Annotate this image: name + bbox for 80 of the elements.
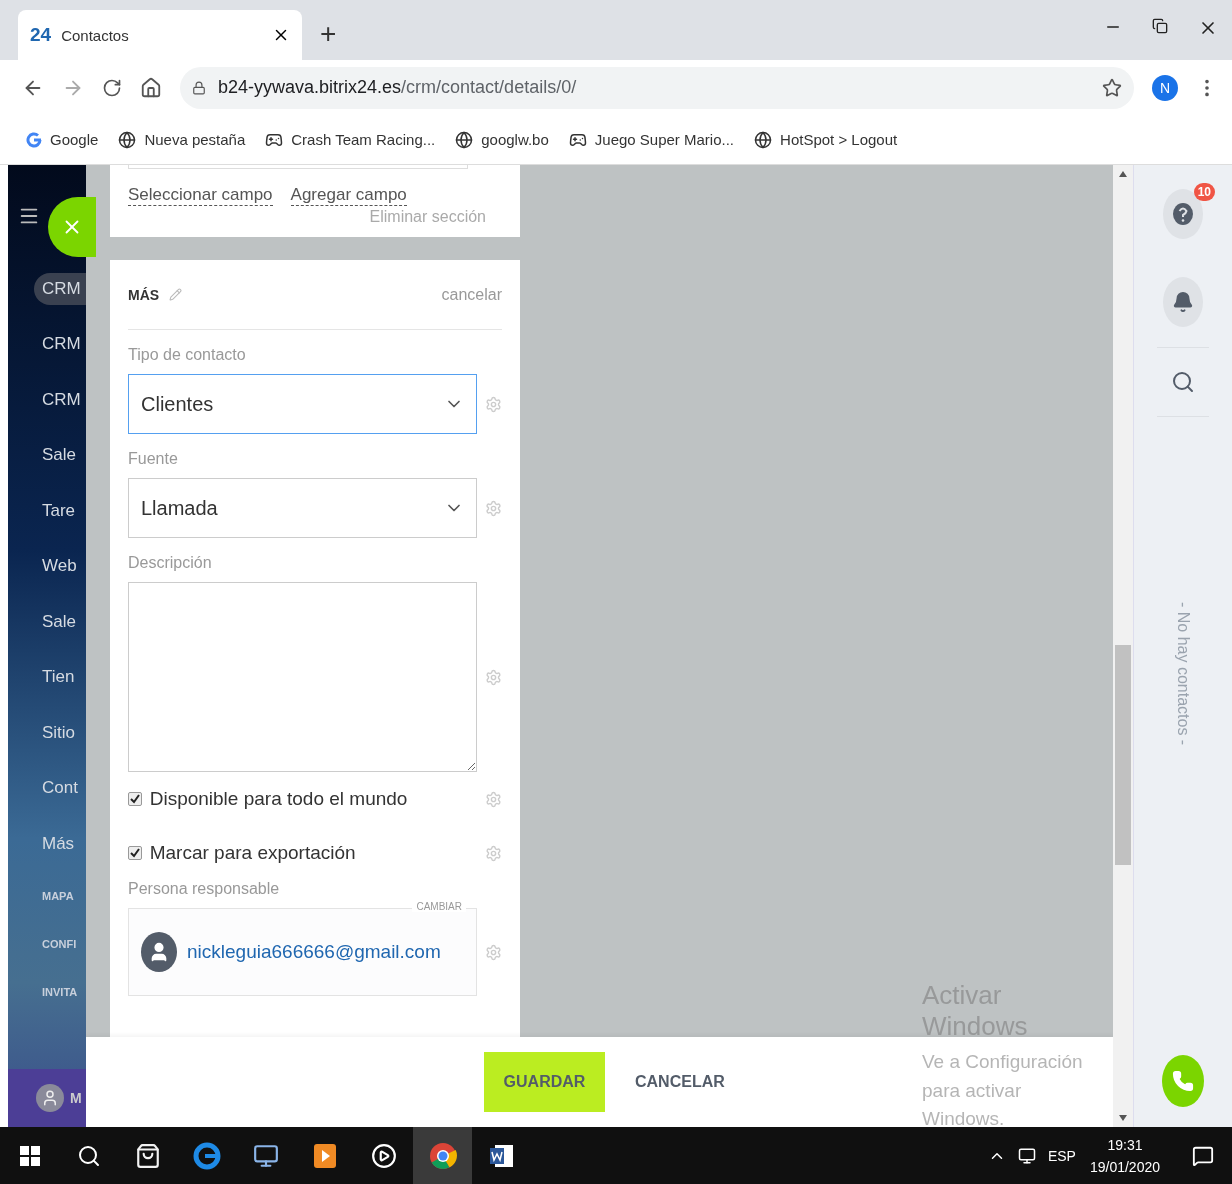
checkbox[interactable]	[128, 846, 142, 860]
sidebar-item[interactable]: CRM	[34, 272, 86, 305]
checkbox[interactable]	[128, 792, 142, 806]
chrome-icon[interactable]	[428, 1141, 457, 1170]
profile-avatar[interactable]: N	[1152, 74, 1178, 101]
globe-icon	[754, 130, 773, 149]
field-label: Tipo de contacto	[128, 346, 247, 364]
empty-contacts-text: - No hay contactos -	[1174, 602, 1192, 746]
user-initial: M	[70, 1090, 82, 1106]
checkbox-label: Marcar para exportación	[149, 842, 357, 864]
bookmark-link[interactable]: googlw.bo	[481, 131, 549, 148]
bookmark-link[interactable]: Google	[50, 131, 99, 148]
sidebar-item[interactable]: Tare	[42, 500, 76, 521]
user-avatar[interactable]	[36, 1084, 64, 1112]
new-tab-button[interactable]: +	[320, 18, 337, 50]
home-icon[interactable]	[140, 76, 162, 99]
player-icon[interactable]	[370, 1142, 397, 1169]
phone-icon	[1172, 1070, 1194, 1092]
checkbox-label: Disponible para todo el mundo	[149, 788, 409, 810]
tab-logo: 24	[30, 24, 52, 46]
sidebar-item[interactable]: CRM	[42, 389, 81, 410]
google-icon	[26, 131, 42, 148]
notifications-icon[interactable]	[1192, 1144, 1214, 1167]
field-link[interactable]: Seleccionar campo	[128, 185, 273, 206]
windows-icon[interactable]	[19, 1145, 40, 1166]
sidebar-item[interactable]: Sale	[42, 611, 77, 632]
media-icon[interactable]	[312, 1142, 337, 1169]
sidebar-item[interactable]: Cont	[42, 778, 78, 799]
save-button[interactable]: GUARDAR	[484, 1052, 605, 1112]
field-label: Persona responsable	[128, 880, 281, 898]
star-icon[interactable]	[1102, 77, 1122, 98]
sidebar-item[interactable]: Sale	[42, 445, 77, 466]
browser-tab[interactable]: 24 Contactos	[18, 10, 302, 60]
network-icon[interactable]	[1017, 1146, 1036, 1165]
reload-icon[interactable]	[102, 77, 122, 98]
activation-text: Ve a Configuración para activar Windows.	[922, 1050, 1084, 1131]
close-button[interactable]	[48, 197, 96, 257]
notification-badge: 10	[1193, 183, 1215, 201]
scroll-up-icon[interactable]	[1119, 171, 1127, 177]
cancel-button[interactable]: CANCELAR	[629, 1072, 731, 1092]
lock-icon	[192, 80, 206, 95]
email-link[interactable]: nickleguia666666@gmail.com	[187, 941, 441, 963]
scrollbar-thumb[interactable]	[1115, 645, 1131, 865]
sidebar-item[interactable]: Tien	[42, 667, 75, 688]
computer-icon[interactable]	[252, 1142, 279, 1169]
scroll-down-icon[interactable]	[1119, 1115, 1127, 1121]
question-icon	[1172, 202, 1194, 226]
bell-icon	[1172, 291, 1194, 313]
sidebar-item[interactable]: Más	[42, 833, 75, 854]
bookmark-link[interactable]: Juego Super Mario...	[594, 131, 735, 148]
bookmark-link[interactable]: Nueva pestaña	[144, 131, 246, 148]
sidebar-item[interactable]: Web	[42, 556, 77, 577]
bookmark-link[interactable]: Crash Team Racing...	[291, 131, 436, 148]
sidebar-item[interactable]: CONFI	[42, 937, 77, 950]
globe-icon	[118, 130, 137, 149]
tab-title: Contactos	[61, 26, 130, 44]
store-icon[interactable]	[134, 1142, 161, 1169]
globe-icon	[455, 130, 474, 149]
address-bar[interactable]: b24-yywava.bitrix24.es/crm/contact/details/0/	[180, 66, 1134, 109]
section-title: MÁS	[128, 286, 160, 303]
word-icon[interactable]	[488, 1142, 515, 1169]
field-label: Fuente	[128, 450, 179, 468]
edge-icon[interactable]	[192, 1141, 221, 1170]
language-indicator[interactable]: ESP	[1047, 1147, 1076, 1164]
select-field[interactable]: Clientes	[128, 374, 477, 434]
sidebar-item[interactable]: MAPA	[42, 889, 74, 902]
notifications-button[interactable]	[1163, 277, 1203, 327]
sidebar-item[interactable]: CRM	[42, 334, 81, 355]
select-field[interactable]: Llamada	[128, 478, 477, 538]
field-label: Descripción	[128, 554, 213, 572]
sidebar-item[interactable]: Sitio	[42, 722, 76, 743]
clock[interactable]: 19:31 19/01/2020	[1089, 1136, 1160, 1175]
description-field[interactable]	[128, 582, 477, 772]
person-icon	[141, 932, 177, 972]
field-link[interactable]: Agregar campo	[290, 185, 407, 206]
restore-icon[interactable]	[1152, 18, 1168, 34]
url-text: b24-yywava.bitrix24.es/crm/contact/details/0/	[218, 77, 578, 98]
bookmark-link[interactable]: HotSpot > Logout	[780, 131, 898, 148]
search-icon[interactable]	[76, 1143, 101, 1168]
sidebar-item[interactable]: INVITA	[42, 985, 78, 998]
